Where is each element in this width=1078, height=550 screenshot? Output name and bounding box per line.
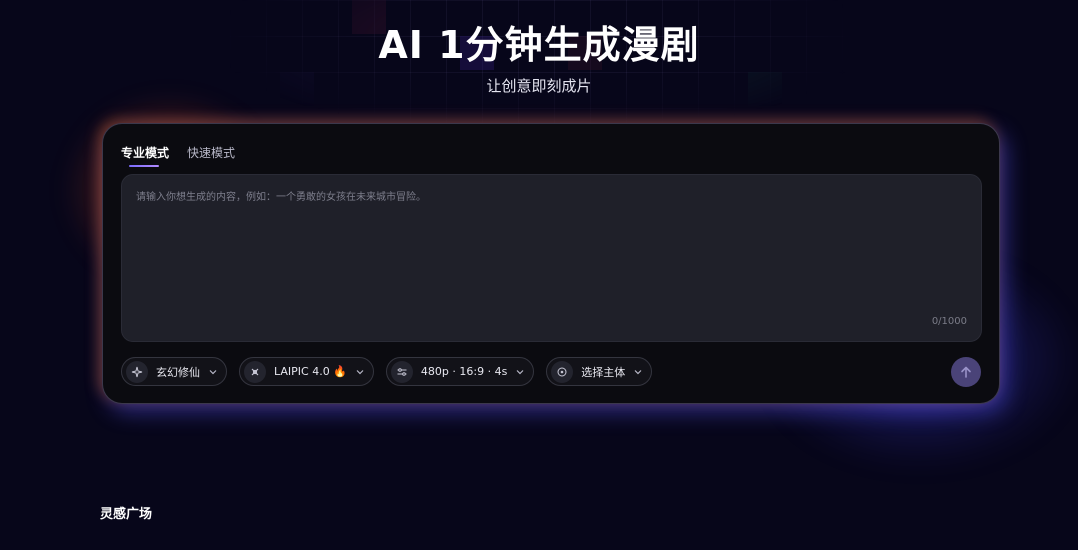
sliders-icon (390, 360, 413, 383)
chevron-down-icon (355, 367, 365, 377)
chevron-down-icon (515, 367, 525, 377)
tab-pro-mode[interactable]: 专业模式 (121, 144, 169, 167)
video-params-label: 480p · 16:9 · 4s (420, 365, 508, 378)
style-label: 玄幻修仙 (156, 365, 200, 379)
chevron-down-icon (633, 367, 643, 377)
page-title: AI 1分钟生成漫剧 (378, 23, 700, 67)
chevron-down-icon (208, 367, 218, 377)
char-counter: 0/1000 (931, 316, 967, 327)
page: AI 1分钟生成漫剧 让创意即刻成片 专业模式 快速模式 0/1000 玄幻修仙 (0, 0, 1078, 550)
prompt-box: 0/1000 (121, 174, 982, 342)
inspiration-section-title: 灵感广场 (100, 507, 153, 522)
mode-tabs: 专业模式 快速模式 (121, 144, 235, 167)
page-subtitle: 让创意即刻成片 (486, 77, 592, 95)
model-select[interactable]: LAIPIC 4.0 🔥 (239, 357, 374, 386)
tab-quick-mode[interactable]: 快速模式 (187, 144, 235, 167)
model-icon (244, 360, 266, 383)
subject-select[interactable]: 选择主体 (546, 357, 653, 386)
sparkle-icon (126, 360, 148, 383)
subject-icon (551, 360, 574, 383)
option-toolbar: 玄幻修仙 LAIPIC 4.0 🔥 480p · 16:9 · 4s 选择主体 (121, 357, 653, 386)
style-select[interactable]: 玄幻修仙 (121, 357, 227, 386)
subject-label: 选择主体 (581, 365, 626, 379)
send-button[interactable] (951, 357, 981, 387)
model-label: LAIPIC 4.0 🔥 (274, 365, 347, 378)
video-params-select[interactable]: 480p · 16:9 · 4s (385, 357, 535, 386)
arrow-up-icon (961, 366, 971, 378)
prompt-input[interactable] (122, 175, 981, 341)
generator-card: 专业模式 快速模式 0/1000 玄幻修仙 LAIPIC 4.0 � (102, 123, 1000, 404)
